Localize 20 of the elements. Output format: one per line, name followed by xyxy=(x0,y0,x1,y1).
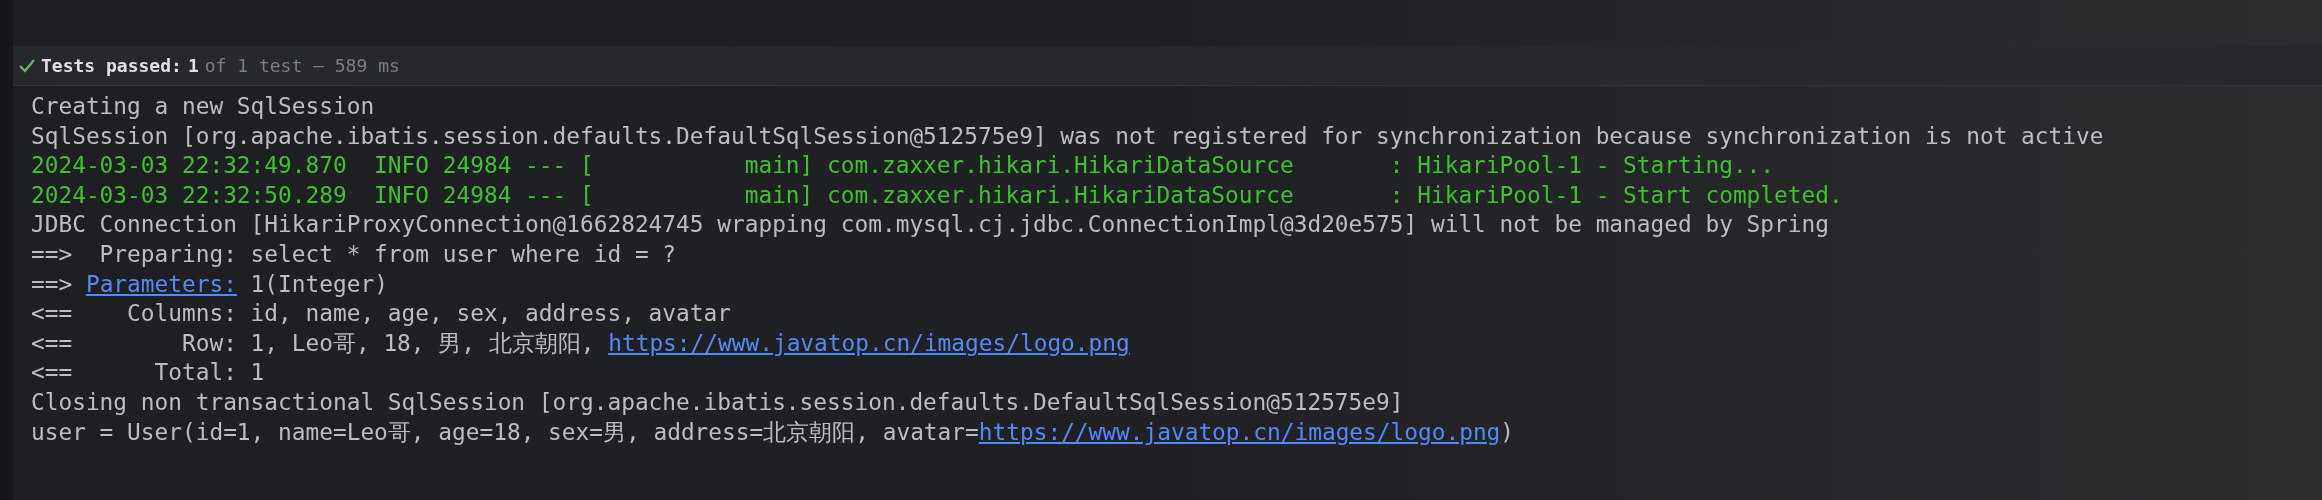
console-text: ) xyxy=(1500,418,1515,445)
console-link[interactable]: https://www.javatop.cn/images/logo.png xyxy=(978,418,1501,445)
passed-count: 1 xyxy=(187,54,199,78)
info-log-line: 2024-03-03 22:32:50.289 INFO 24984 --- [ main] com.zaxxer.hikari.HikariDataSource : HikariPool-1 - Start completed. xyxy=(31,181,1843,208)
info-log-line: 2024-03-03 22:32:49.870 INFO 24984 --- [ main] com.zaxxer.hikari.HikariDataSource : HikariPool-1 - Starting... xyxy=(31,152,1775,179)
console-text: 1(Integer) xyxy=(249,270,388,297)
console-text: ==> xyxy=(31,270,74,297)
status-detail: of 1 test – 589 ms xyxy=(204,54,400,78)
console-text: user = User(id=1, name=Leo哥, age=18, sex=男, address=北京朝阳, avatar= xyxy=(31,418,979,445)
console-text: <== Columns: id, name, age, sex, address, avatar xyxy=(31,300,731,327)
console-text: <== Row: 1, Leo哥, 18, 男, 北京朝阳, xyxy=(31,329,596,356)
console-text: <== Total: 1 xyxy=(31,359,265,386)
console-text: JDBC Connection [HikariProxyConnection@1662824745 wrapping com.mysql.cj.jdbc.ConnectionImpl@3d20e575] will not be managed by Spring xyxy=(31,211,1829,238)
console-link[interactable]: Parameters: xyxy=(85,270,237,297)
console-text: SqlSession [org.apache.ibatis.session.defaults.DefaultSqlSession@512575e9] was not registered for synchronization because synchronization is not active xyxy=(31,122,2104,149)
status-label: Tests passed: xyxy=(41,54,182,78)
console-text: Creating a new SqlSession xyxy=(31,93,375,119)
console-text: Closing non transactional SqlSession [org.apache.ibatis.session.defaults.DefaultSqlSession@512575e9] xyxy=(31,388,1404,415)
console-text: ==> Preparing: select * from user where id = ? xyxy=(31,240,677,267)
console-link[interactable]: https://www.javatop.cn/images/logo.png xyxy=(608,329,1130,356)
